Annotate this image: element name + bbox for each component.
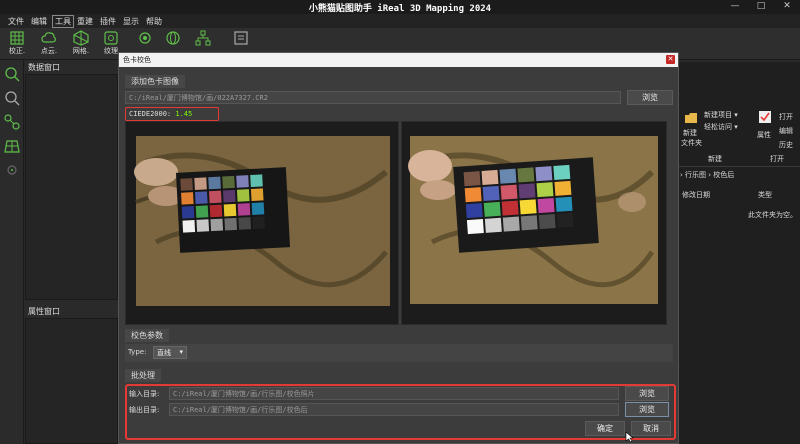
type-select[interactable]: 直线 ▾ (153, 346, 187, 359)
cancel-button[interactable]: 取消 (631, 421, 671, 436)
zoom-icon[interactable] (4, 90, 20, 106)
ciede-value: 1.45 (175, 110, 193, 118)
gear-icon (139, 32, 151, 44)
input-dir-label: 输入目录: (129, 390, 160, 398)
batch-section-label: 批处理 (125, 369, 161, 382)
toolbar-label: 网格. (72, 47, 90, 55)
input-dir-field[interactable]: C:/iReal/厦门博物馆/画/行乐图/校色照片 (169, 387, 619, 400)
app-titlebar: 小熊猫贴图助手 iReal 3D Mapping 2024 — □ ✕ (0, 0, 800, 14)
corrected-color-chart-photo (402, 122, 666, 324)
menu-file[interactable]: 文件 (8, 16, 24, 27)
card-browse-button[interactable]: 浏览 (627, 90, 673, 105)
dialog-title: 色卡校色 (123, 56, 151, 64)
app-title: 小熊猫贴图助手 iReal 3D Mapping 2024 (308, 4, 492, 14)
menu-display[interactable]: 显示 (123, 16, 139, 27)
ciede-readout: CIEDE2000: 1.45 (125, 107, 219, 121)
globe-icon (166, 31, 180, 45)
properties-button[interactable]: 属性 (757, 130, 771, 140)
hierarchy-icon (195, 30, 211, 46)
card-image-path-field[interactable]: C:/iReal/厦门博物馆/画/022A7327.CR2 (125, 91, 621, 104)
group-open-label: 打开 (770, 155, 784, 163)
edit-button[interactable]: 编辑 (779, 126, 793, 136)
group-new-label: 新建 (708, 155, 722, 163)
open-button[interactable]: 打开 (779, 112, 793, 122)
original-image-panel (125, 121, 399, 325)
type-select-value: 直线 (157, 349, 171, 357)
new-folder-label: 文件夹 (681, 139, 702, 147)
chevron-down-icon: ▾ (179, 348, 183, 356)
data-panel (25, 74, 118, 300)
menu-bar: 文件 编辑 工具 重建 插件 显示 帮助 (0, 14, 800, 28)
menu-edit[interactable]: 编辑 (31, 16, 47, 27)
dialog-titlebar: 色卡校色 ✕ (119, 53, 678, 67)
new-folder-button[interactable]: 新建 (683, 128, 697, 138)
texture-icon (104, 31, 118, 45)
type-label: Type: (128, 348, 147, 356)
breadcrumb[interactable]: › 行乐图 › 校色后 (680, 170, 734, 180)
left-toolbar (0, 60, 24, 444)
folder-icon (685, 113, 697, 123)
menu-plugins[interactable]: 插件 (100, 16, 116, 27)
mouse-cursor-icon (625, 431, 634, 443)
target-icon[interactable] (4, 162, 20, 178)
params-row: Type: 直线 ▾ (125, 344, 673, 362)
toolbar-mesh-button[interactable]: 网格. (66, 30, 96, 60)
add-card-section-label: 添加色卡图像 (125, 75, 185, 88)
menu-reconstruct[interactable]: 重建 (77, 16, 93, 27)
easy-access-menu[interactable]: 轻松访问 ▾ (704, 122, 738, 132)
ok-button[interactable]: 确定 (585, 421, 625, 436)
empty-folder-text: 此文件夹为空。 (748, 211, 797, 219)
output-dir-field[interactable]: C:/iReal/厦门博物馆/画/行乐图/校色后 (169, 403, 619, 416)
dialog-close-button[interactable]: ✕ (666, 55, 675, 64)
file-explorer-window: 新建 文件夹 新建项目 ▾ 轻松访问 ▾ 新建 属性 打开 编辑 历史 打开 ›… (678, 62, 800, 444)
link-icon[interactable] (4, 114, 20, 130)
toolbar-pointcloud-button[interactable]: 点云. (34, 30, 64, 60)
menu-help[interactable]: 帮助 (146, 16, 162, 27)
grid-icon (10, 31, 24, 45)
column-date[interactable]: 修改日期 (682, 190, 710, 200)
mesh-icon (73, 30, 89, 46)
properties-panel (25, 318, 118, 444)
checkmark-icon (759, 111, 771, 123)
params-section-label: 校色参数 (125, 329, 169, 342)
input-browse-button[interactable]: 浏览 (625, 386, 669, 401)
color-calibration-dialog: 色卡校色 ✕ 添加色卡图像 C:/iReal/厦门博物馆/画/022A7327.… (118, 52, 679, 444)
properties-panel-title: 属性窗口 (28, 307, 60, 316)
cloud-icon (41, 32, 56, 43)
toolbar-calibrate-button[interactable]: 校正. (2, 30, 32, 60)
ribbon-divider (678, 166, 800, 167)
close-button[interactable]: ✕ (774, 0, 800, 14)
toolbar-label: 校正. (8, 47, 26, 55)
original-color-chart-photo (126, 122, 398, 324)
search-icon[interactable] (4, 66, 20, 82)
output-browse-button[interactable]: 浏览 (625, 402, 669, 417)
toolbar-label: 点云. (40, 47, 58, 55)
column-type[interactable]: 类型 (758, 190, 772, 200)
maximize-button[interactable]: □ (748, 0, 774, 14)
output-dir-label: 输出目录: (129, 406, 160, 414)
menu-tools[interactable]: 工具 (52, 15, 74, 28)
grid-plane-icon[interactable] (4, 138, 20, 154)
ciede-label: CIEDE2000: (129, 110, 172, 118)
new-item-menu[interactable]: 新建项目 ▾ (704, 110, 738, 120)
corrected-image-panel (401, 121, 667, 325)
history-button[interactable]: 历史 (779, 140, 793, 150)
document-icon (234, 31, 248, 45)
minimize-button[interactable]: — (722, 0, 748, 14)
data-panel-title: 数据窗口 (28, 63, 60, 72)
